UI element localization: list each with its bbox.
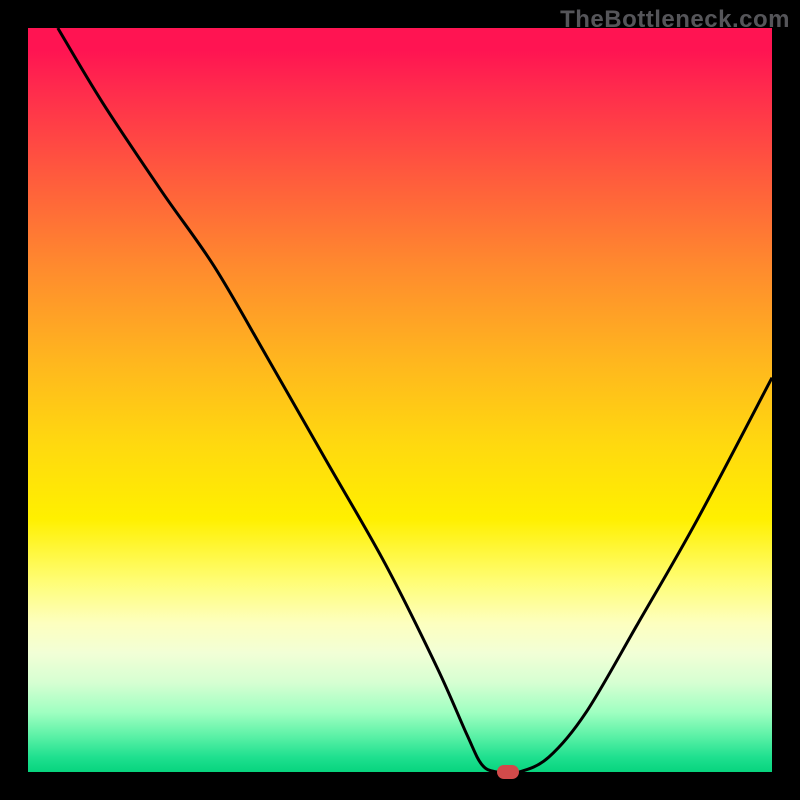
watermark-text: TheBottleneck.com (560, 6, 790, 34)
plot-area (28, 28, 772, 772)
chart-frame: TheBottleneck.com (0, 0, 800, 800)
bottleneck-curve-path (58, 28, 772, 772)
optimal-point-marker (497, 765, 519, 779)
bottleneck-curve (28, 28, 772, 772)
